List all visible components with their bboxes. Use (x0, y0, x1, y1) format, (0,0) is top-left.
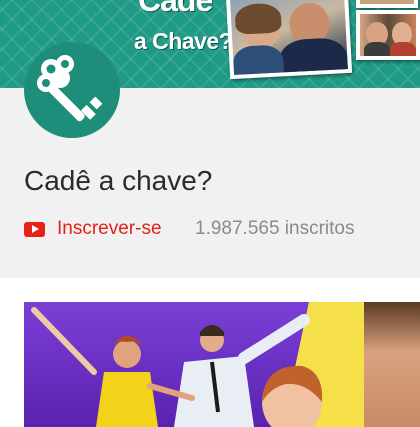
banner-title-line1: Cadê (138, 0, 213, 18)
video-thumbnail[interactable] (24, 302, 420, 427)
channel-name: Cadê a chave? (24, 165, 213, 196)
thumbnail-face (364, 302, 420, 427)
banner-photo-small-top (356, 0, 418, 8)
subscribe-button[interactable]: Inscrever-se (24, 217, 162, 241)
subscribe-label: Inscrever-se (57, 218, 162, 239)
thumbnail-dancers (31, 307, 323, 427)
channel-avatar[interactable] (24, 42, 120, 138)
banner-photo-small (356, 10, 420, 60)
video-list (0, 278, 420, 427)
subscriber-count: 1.987.565 inscritos (195, 218, 355, 239)
youtube-play-icon (24, 221, 45, 237)
key-icon (37, 55, 103, 122)
banner-title-line2: a Chave? (134, 28, 233, 54)
banner-photo-main (225, 0, 353, 80)
